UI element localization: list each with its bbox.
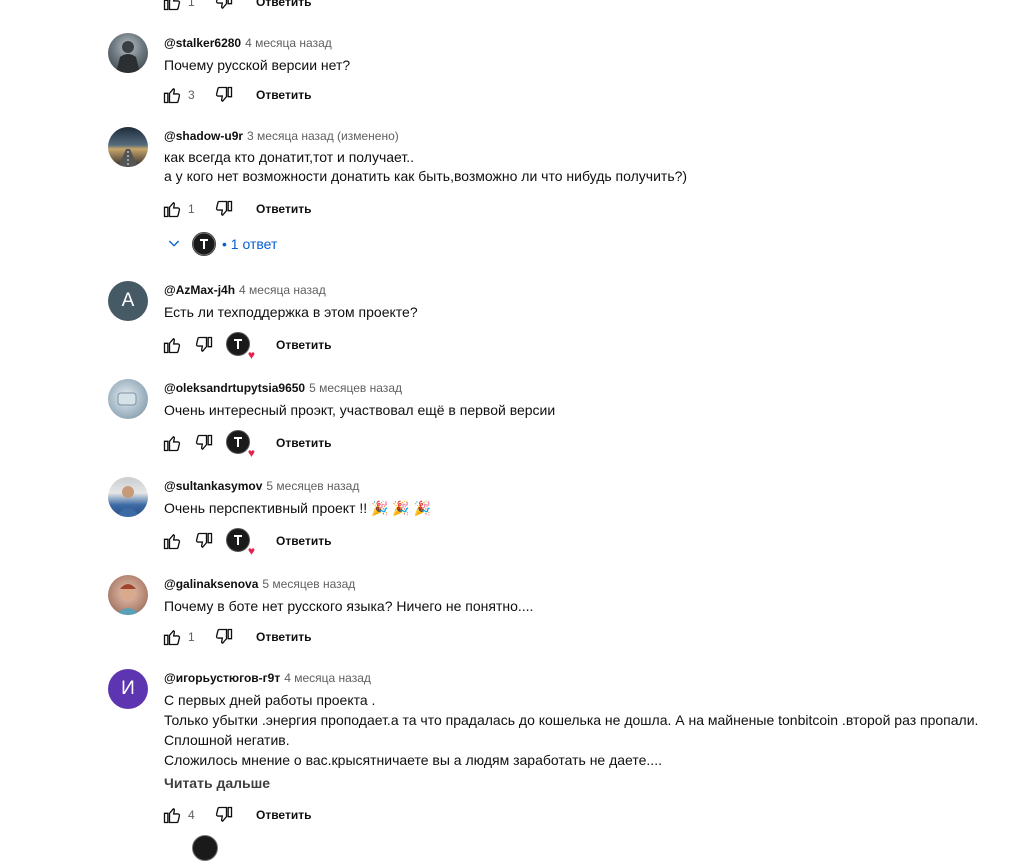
avatar[interactable] — [108, 575, 148, 615]
comment-actions: 3 Ответить — [160, 80, 311, 110]
comment-time[interactable]: 5 месяцев назад — [262, 577, 355, 591]
reply-button[interactable]: Ответить — [256, 88, 311, 102]
comment-author[interactable]: @игорьустюгов-г9т — [164, 671, 280, 685]
channel-avatar — [226, 430, 250, 454]
avatar[interactable] — [108, 477, 148, 517]
comment-text: как всегда кто донатит,тот и получает.. … — [164, 149, 688, 184]
comment-author[interactable]: @shadow-u9r — [164, 129, 243, 143]
comment-actions-top: 1 Ответить — [160, 0, 311, 17]
like-icon[interactable] — [160, 625, 184, 649]
dislike-icon[interactable] — [212, 0, 236, 14]
channel-avatar — [192, 232, 216, 256]
comment-actions: 1 Ответить — [160, 622, 311, 652]
comment-text: Есть ли техподдержка в этом проекте? — [164, 304, 418, 320]
reply-button[interactable]: Ответить — [256, 808, 311, 822]
comment-time[interactable]: 3 месяца назад (изменено) — [247, 129, 399, 143]
like-count: 3 — [188, 88, 195, 102]
dislike-icon[interactable] — [192, 529, 216, 553]
avatar[interactable]: A — [108, 281, 148, 321]
dislike-icon[interactable] — [212, 803, 236, 827]
avatar[interactable] — [108, 379, 148, 419]
comment-time[interactable]: 4 месяца назад — [245, 36, 332, 50]
like-icon[interactable] — [160, 431, 184, 455]
like-count: 1 — [188, 0, 195, 9]
comment-author[interactable]: @galinaksenova — [164, 577, 258, 591]
dislike-icon[interactable] — [212, 83, 236, 107]
channel-avatar — [226, 528, 250, 552]
read-more-button[interactable]: Читать дальше — [164, 775, 1008, 791]
comment-time[interactable]: 5 месяцев назад — [266, 479, 359, 493]
like-icon[interactable] — [160, 197, 184, 221]
channel-avatar — [226, 332, 250, 356]
avatar[interactable]: И — [108, 669, 148, 709]
comment-text: С первых дней работы проекта . Только уб… — [164, 692, 979, 768]
heart-icon: ♥ — [247, 446, 255, 460]
comment-text: Очень перспективный проект !! 🎉 🎉 🎉 — [164, 500, 432, 516]
dislike-icon[interactable] — [192, 333, 216, 357]
comment-author[interactable]: @stalker6280 — [164, 36, 241, 50]
comment-actions: ♥ Ответить — [160, 428, 331, 460]
like-icon[interactable] — [160, 529, 184, 553]
creator-heart-badge: ♥ — [226, 332, 255, 362]
comment-actions: ♥ Ответить — [160, 330, 331, 362]
like-count: 1 — [188, 202, 195, 216]
reply-button[interactable]: Ответить — [256, 202, 311, 216]
comment-time[interactable]: 4 месяца назад — [284, 671, 371, 685]
heart-icon: ♥ — [247, 348, 255, 362]
creator-heart-badge: ♥ — [226, 528, 255, 558]
comment-actions: 4 Ответить — [160, 800, 311, 830]
comment-text: Почему русской версии нет? — [164, 57, 351, 73]
comment-author[interactable]: @sultankasymov — [164, 479, 262, 493]
dislike-icon[interactable] — [212, 197, 236, 221]
comment-time[interactable]: 5 месяцев назад — [309, 381, 402, 395]
chevron-down-icon — [166, 235, 182, 254]
avatar[interactable] — [108, 127, 148, 167]
like-icon[interactable] — [160, 83, 184, 107]
creator-heart-badge: ♥ — [226, 430, 255, 460]
like-icon[interactable] — [160, 333, 184, 357]
comment-author[interactable]: @oleksandrtupytsia9650 — [164, 381, 305, 395]
comment-actions: ♥ Ответить — [160, 526, 331, 558]
show-replies-button[interactable]: • 1 ответ — [166, 229, 277, 259]
reply-button[interactable]: Ответить — [276, 338, 331, 352]
comment-actions: 1 Ответить — [160, 194, 311, 224]
avatar[interactable] — [108, 33, 148, 73]
channel-avatar — [192, 835, 218, 861]
like-icon[interactable] — [160, 803, 184, 827]
reply-button[interactable]: Ответить — [276, 436, 331, 450]
dislike-icon[interactable] — [192, 431, 216, 455]
comment-text: Очень интересный проэкт, участвовал ещё … — [164, 402, 556, 418]
like-count: 1 — [188, 630, 195, 644]
dislike-icon[interactable] — [212, 625, 236, 649]
reply-button[interactable]: Ответить — [256, 0, 311, 9]
reply-button[interactable]: Ответить — [256, 630, 311, 644]
comment-text: Почему в боте нет русского языка? Ничего… — [164, 598, 534, 614]
comment-time[interactable]: 4 месяца назад — [239, 283, 326, 297]
replies-count: • 1 ответ — [222, 236, 278, 252]
comment-author[interactable]: @AzMax-j4h — [164, 283, 235, 297]
heart-icon: ♥ — [247, 544, 255, 558]
like-icon[interactable] — [160, 0, 184, 14]
like-count: 4 — [188, 808, 195, 822]
reply-button[interactable]: Ответить — [276, 534, 331, 548]
